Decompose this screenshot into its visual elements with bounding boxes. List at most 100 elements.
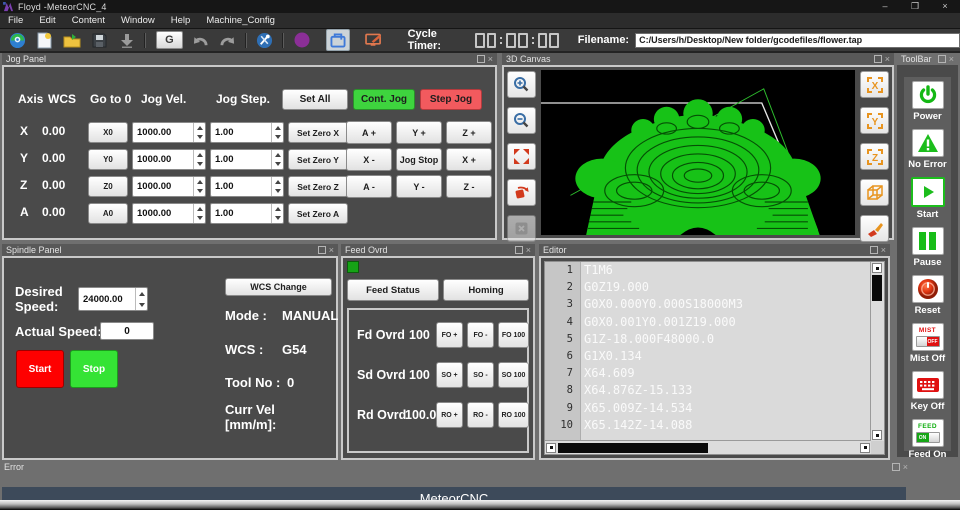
undo-icon[interactable] (191, 31, 210, 49)
3d-viewport[interactable] (541, 70, 855, 235)
fo-minus-button[interactable]: FO - (467, 322, 494, 348)
ro-100-button[interactable]: RO 100 (498, 402, 529, 428)
jog-step-a-input[interactable] (211, 204, 271, 223)
goto-zero-z-button[interactable]: Z0 (88, 176, 128, 197)
screen-config-icon[interactable] (364, 31, 383, 49)
open-file-icon[interactable] (63, 31, 82, 49)
float-panel-icon[interactable] (515, 246, 523, 254)
desired-speed-input[interactable] (79, 288, 135, 310)
jog-step-z-spinbox[interactable] (210, 176, 284, 197)
view-iso-cube-button[interactable] (860, 179, 889, 206)
jog-z-plus-button[interactable]: Z + (446, 121, 492, 144)
float-panel-icon[interactable] (874, 55, 882, 63)
menu-window[interactable]: Window (113, 15, 163, 26)
zoom-in-button[interactable] (507, 71, 536, 98)
close-panel-icon[interactable]: × (329, 246, 334, 254)
menu-machine-config[interactable]: Machine_Config (198, 15, 283, 26)
so-100-button[interactable]: SO 100 (498, 362, 529, 388)
gcode-text[interactable]: T1M6 G0Z19.000 G0X0.000Y0.000S18000M3 G0… (581, 262, 871, 441)
new-file-icon[interactable] (35, 31, 54, 49)
horizontal-scrollbar[interactable] (545, 440, 871, 454)
keyboard-lock-button[interactable] (912, 371, 944, 399)
jog-step-y-spinbox[interactable] (210, 149, 284, 170)
so-minus-button[interactable]: SO - (467, 362, 494, 388)
minimize-button[interactable]: – (870, 0, 900, 13)
scroll-down-button[interactable] (872, 430, 882, 440)
no-error-indicator[interactable] (912, 129, 944, 157)
reset-button[interactable] (912, 275, 944, 303)
goto-zero-y-button[interactable]: Y0 (88, 149, 128, 170)
ro-minus-button[interactable]: RO - (467, 402, 494, 428)
vertical-scroll-thumb[interactable] (872, 275, 882, 301)
power-button[interactable] (912, 81, 944, 109)
jog-vel-x-spinbox[interactable] (132, 122, 206, 143)
view-z-button[interactable]: Z (860, 143, 889, 170)
float-panel-icon[interactable] (477, 55, 485, 63)
feed-toggle[interactable]: ON (916, 432, 940, 443)
save-icon[interactable] (90, 31, 109, 49)
maximize-button[interactable]: ❒ (900, 0, 930, 13)
set-zero-y-button[interactable]: Set Zero Y (288, 149, 348, 170)
set-all-button[interactable]: Set All (282, 89, 348, 110)
repaint-brush-button[interactable] (860, 215, 889, 242)
gcode-view-button[interactable]: G (156, 31, 183, 49)
jog-y-minus-button[interactable]: Y - (396, 175, 442, 198)
close-panel-icon[interactable]: × (949, 55, 954, 63)
jog-step-y-input[interactable] (211, 150, 271, 169)
jog-a-minus-button[interactable]: A - (346, 175, 392, 198)
fo-plus-button[interactable]: FO + (436, 322, 463, 348)
redo-icon[interactable] (218, 31, 237, 49)
desired-speed-spinbox[interactable] (78, 287, 148, 311)
gcode-editor[interactable]: 12 34 56 78 910 T1M6 G0Z19.000 G0X0.000Y… (544, 261, 885, 455)
jog-x-plus-button[interactable]: X + (446, 148, 492, 171)
jog-z-minus-button[interactable]: Z - (446, 175, 492, 198)
close-view-button[interactable] (507, 215, 536, 242)
vertical-scrollbar[interactable] (870, 262, 884, 441)
menu-edit[interactable]: Edit (31, 15, 63, 26)
goto-zero-a-button[interactable]: A0 (88, 203, 128, 224)
jog-stop-button[interactable]: Jog Stop (396, 148, 442, 171)
view-y-button[interactable]: Y (860, 107, 889, 134)
goto-zero-x-button[interactable]: X0 (88, 122, 128, 143)
start-button[interactable] (911, 177, 945, 207)
float-panel-icon[interactable] (938, 55, 946, 63)
rotate-view-button[interactable] (507, 179, 536, 206)
jog-y-plus-button[interactable]: Y + (396, 121, 442, 144)
pause-button[interactable] (912, 227, 944, 255)
jog-vel-a-spinbox[interactable] (132, 203, 206, 224)
so-plus-button[interactable]: SO + (436, 362, 463, 388)
set-zero-a-button[interactable]: Set Zero A (288, 203, 348, 224)
fo-100-button[interactable]: FO 100 (498, 322, 529, 348)
menu-file[interactable]: File (0, 15, 31, 26)
machine-globe-icon[interactable] (8, 31, 27, 49)
step-jog-button[interactable]: Step Jog (420, 89, 482, 110)
feed-status-button[interactable]: Feed Status (347, 279, 439, 301)
menu-content[interactable]: Content (64, 15, 113, 26)
machine-view-icon[interactable] (326, 29, 351, 51)
jog-vel-z-input[interactable] (133, 177, 193, 196)
float-panel-icon[interactable] (892, 463, 900, 471)
fit-view-button[interactable] (507, 143, 536, 170)
horizontal-scroll-thumb[interactable] (558, 443, 708, 453)
jog-vel-a-input[interactable] (133, 204, 193, 223)
wcs-change-button[interactable]: WCS Change (225, 278, 332, 296)
settings-tools-icon[interactable] (255, 31, 274, 49)
mist-toggle-button[interactable]: MIST OFF (912, 323, 944, 351)
set-zero-x-button[interactable]: Set Zero X (288, 122, 348, 143)
jog-step-a-spinbox[interactable] (210, 203, 284, 224)
jog-vel-y-spinbox[interactable] (132, 149, 206, 170)
jog-vel-z-spinbox[interactable] (132, 176, 206, 197)
jog-step-x-spinbox[interactable] (210, 122, 284, 143)
close-button[interactable]: × (930, 0, 960, 13)
ro-plus-button[interactable]: RO + (436, 402, 463, 428)
close-panel-icon[interactable]: × (488, 55, 493, 63)
scroll-up-button[interactable] (872, 263, 882, 273)
view-x-button[interactable]: X (860, 71, 889, 98)
jog-vel-x-input[interactable] (133, 123, 193, 142)
jog-a-plus-button[interactable]: A + (346, 121, 392, 144)
spindle-stop-button[interactable]: Stop (70, 350, 118, 388)
import-arrow-icon[interactable] (117, 31, 136, 49)
jog-step-x-input[interactable] (211, 123, 271, 142)
jog-vel-y-input[interactable] (133, 150, 193, 169)
jog-step-z-input[interactable] (211, 177, 271, 196)
